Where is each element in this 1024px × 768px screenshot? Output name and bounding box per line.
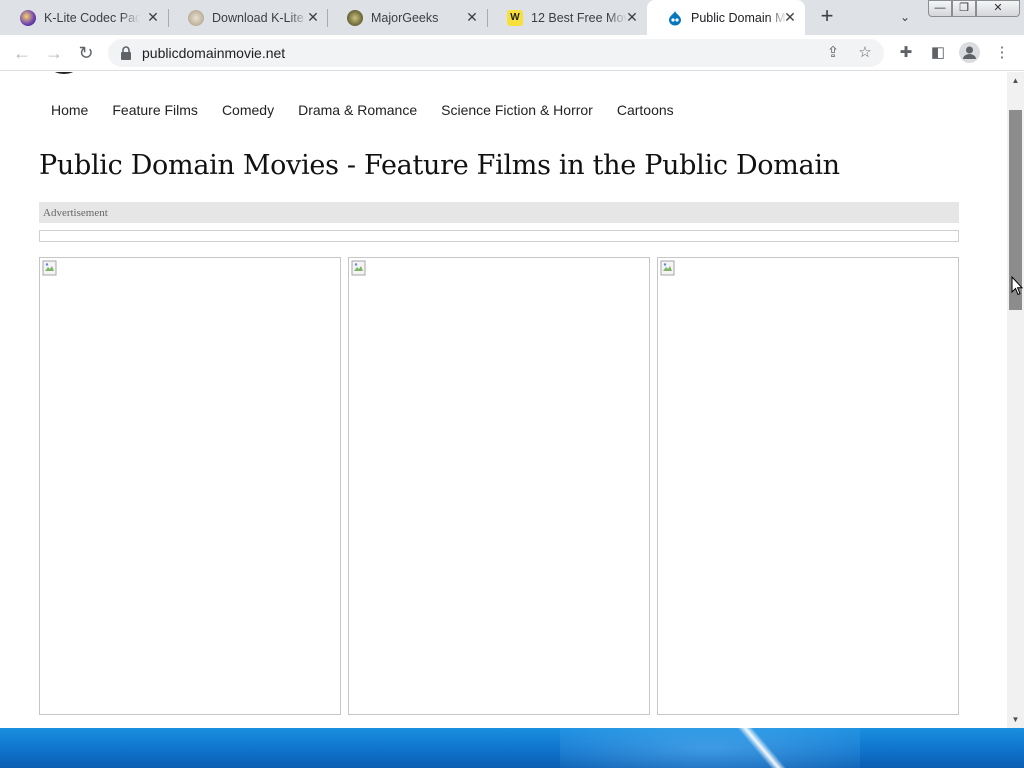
close-tab-icon[interactable]: ✕ <box>625 10 639 24</box>
page-title: Public Domain Movies - Feature Films in … <box>39 150 840 181</box>
broken-image-icon <box>660 260 676 276</box>
close-tab-icon[interactable]: ✕ <box>146 10 160 24</box>
url-text[interactable]: publicdomainmovie.net <box>142 45 285 61</box>
wallpaper-glow <box>560 728 860 768</box>
desktop-wallpaper <box>0 728 1024 768</box>
restore-window-button[interactable]: ❐ <box>952 0 976 17</box>
movie-poster-2[interactable] <box>348 257 650 715</box>
tab-public-domain-movies[interactable]: Public Domain Movies ✕ <box>647 0 805 35</box>
advertisement-bar: Advertisement <box>39 202 959 223</box>
drupal-icon <box>667 10 683 26</box>
forward-arrow-icon[interactable]: → <box>42 41 66 65</box>
w-icon: W <box>507 9 523 26</box>
download-icon <box>188 9 204 26</box>
scroll-down-arrow-icon[interactable]: ▼ <box>1007 711 1024 728</box>
menu-kebab-icon[interactable]: ⋮ <box>992 43 1012 63</box>
menu-comedy[interactable]: Comedy <box>210 102 286 118</box>
page-viewport: Home Feature Films Comedy Drama & Romanc… <box>0 72 1007 728</box>
site-logo[interactable] <box>42 72 86 74</box>
menu-scifi-horror[interactable]: Science Fiction & Horror <box>429 102 605 118</box>
advertisement-label: Advertisement <box>43 207 108 219</box>
advertisement-slot[interactable] <box>39 230 959 242</box>
address-bar[interactable]: publicdomainmovie.net ⇪ ☆ <box>108 39 884 67</box>
tab-title: 12 Best Free Movie <box>531 10 627 25</box>
menu-home[interactable]: Home <box>39 102 100 118</box>
menu-drama-romance[interactable]: Drama & Romance <box>286 102 429 118</box>
menu-feature-films[interactable]: Feature Films <box>100 102 210 118</box>
menu-cartoons[interactable]: Cartoons <box>605 102 686 118</box>
tab-title: MajorGeeks <box>371 10 439 25</box>
close-tab-icon[interactable]: ✕ <box>306 10 320 24</box>
tab-strip: K-Lite Codec Pack ✕ Download K-Lite Code… <box>0 0 1024 35</box>
page-scrollbar[interactable]: ▲ ▼ <box>1007 72 1024 728</box>
broken-image-icon <box>351 260 367 276</box>
close-tab-icon[interactable]: ✕ <box>783 10 797 24</box>
tab-klite-codec-pack[interactable]: K-Lite Codec Pack ✕ <box>0 0 168 35</box>
mouse-cursor-icon <box>1011 276 1023 296</box>
side-panel-icon[interactable]: ◧ <box>928 43 948 63</box>
scroll-up-arrow-icon[interactable]: ▲ <box>1007 72 1024 89</box>
tab-download-klite[interactable]: Download K-Lite Codec ✕ <box>168 0 328 35</box>
tab-search-chevron-icon[interactable]: ⌄ <box>896 8 914 26</box>
tab-majorgeeks[interactable]: MajorGeeks ✕ <box>327 0 487 35</box>
tab-title: Public Domain Movies <box>691 10 787 25</box>
minimize-window-button[interactable]: — <box>928 0 952 17</box>
movie-poster-1[interactable] <box>39 257 341 715</box>
share-icon[interactable]: ⇪ <box>824 44 842 62</box>
tab-title: K-Lite Codec Pack <box>44 10 140 25</box>
browser-toolbar: ← → ↻ publicdomainmovie.net ⇪ ☆ ✚ ◧ ⋮ <box>0 35 1024 71</box>
extensions-icon[interactable]: ✚ <box>896 43 916 63</box>
reload-icon[interactable]: ↻ <box>74 41 98 65</box>
close-window-button[interactable]: ✕ <box>976 0 1020 17</box>
profile-icon[interactable] <box>959 42 980 63</box>
broken-image-icon <box>42 260 58 276</box>
tab-best-free-movie[interactable]: W 12 Best Free Movie ✕ <box>487 0 647 35</box>
klite-icon <box>20 9 36 26</box>
main-menu: Home Feature Films Comedy Drama & Romanc… <box>39 102 686 118</box>
majorgeeks-icon <box>347 9 363 26</box>
lock-icon[interactable] <box>120 46 132 60</box>
new-tab-button[interactable]: + <box>816 5 838 28</box>
back-arrow-icon[interactable]: ← <box>10 41 34 65</box>
close-tab-icon[interactable]: ✕ <box>465 10 479 24</box>
movie-poster-3[interactable] <box>657 257 959 715</box>
bookmark-star-icon[interactable]: ☆ <box>856 44 874 62</box>
tab-title: Download K-Lite Codec <box>212 10 308 25</box>
